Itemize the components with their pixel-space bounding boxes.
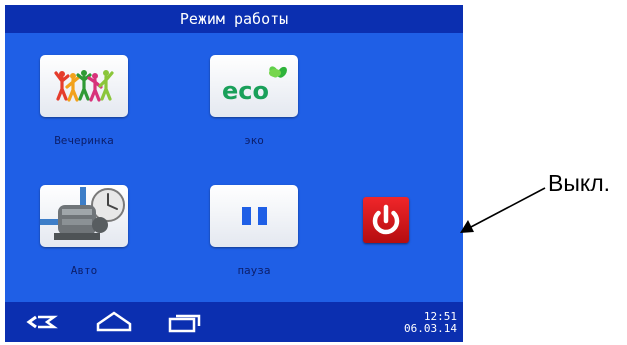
pump-clock-icon bbox=[40, 187, 125, 240]
pause-label: пауза bbox=[237, 264, 271, 277]
eco-leaf-icon: eco bbox=[222, 66, 287, 105]
recent-apps-icon[interactable] bbox=[167, 310, 203, 334]
eco-logo-text: eco bbox=[222, 77, 269, 105]
eco-mode-label: эко bbox=[244, 134, 264, 147]
status-clock: 12:51 06.03.14 bbox=[404, 311, 457, 335]
home-icon[interactable] bbox=[95, 310, 133, 334]
eco-mode-button[interactable]: eco bbox=[210, 55, 298, 117]
party-mode-button[interactable] bbox=[40, 55, 128, 117]
navigation-bar: 12:51 06.03.14 bbox=[5, 302, 463, 342]
power-off-button[interactable] bbox=[363, 197, 409, 243]
power-off-callout-label: Выкл. bbox=[548, 170, 611, 196]
auto-mode-button[interactable] bbox=[40, 185, 128, 247]
auto-mode-label: Авто bbox=[70, 264, 98, 277]
back-icon[interactable] bbox=[25, 310, 59, 334]
clock-date: 06.03.14 bbox=[404, 322, 457, 335]
pause-icon bbox=[242, 207, 267, 225]
power-icon bbox=[372, 204, 400, 235]
party-people-icon bbox=[54, 70, 114, 102]
screen-title: Режим работы bbox=[5, 5, 463, 33]
party-mode-label: Вечеринка bbox=[54, 134, 114, 147]
callout-arrow-icon bbox=[460, 187, 546, 233]
device-screen: Режим работы Вечеринка eco эко Авто пауз… bbox=[5, 5, 463, 342]
pause-button[interactable] bbox=[210, 185, 298, 247]
